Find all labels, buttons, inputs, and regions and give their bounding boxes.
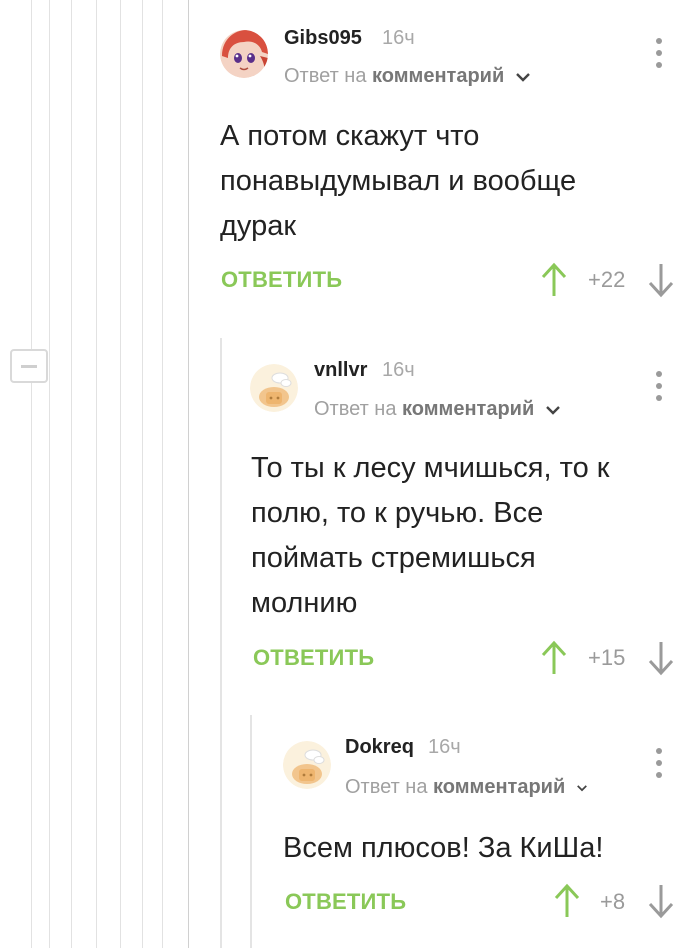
parent-comment-link[interactable]: комментарий	[433, 776, 565, 798]
reply-prefix: Ответ на	[345, 776, 428, 798]
kebab-icon[interactable]	[654, 748, 664, 782]
arrow-up-icon[interactable]	[553, 883, 581, 919]
arrow-down-icon[interactable]	[647, 883, 675, 919]
chevron-down-icon[interactable]	[576, 784, 587, 792]
reply-button[interactable]: ОТВЕТИТЬ	[285, 889, 406, 915]
timestamp: 16ч	[428, 736, 461, 758]
comment-text: Всем плюсов! За КиШа!	[283, 832, 604, 864]
avatar[interactable]	[283, 741, 331, 789]
rating-value: +8	[600, 889, 626, 914]
comment-dokreq: Dokreq 16ч Ответ на комментарий Всем плю…	[0, 0, 700, 948]
reply-to-line: Ответ на комментарий	[345, 776, 587, 799]
username[interactable]: Dokreq	[345, 736, 414, 759]
